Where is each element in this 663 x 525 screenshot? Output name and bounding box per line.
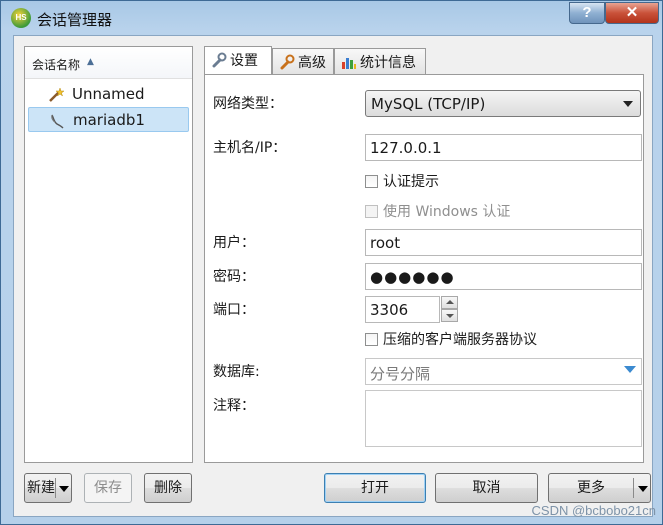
host-input[interactable]: 127.0.0.1 <box>365 134 642 161</box>
session-item-label: mariadb1 <box>73 111 145 129</box>
password-label: 密码： <box>213 269 255 285</box>
windows-auth-checkbox[interactable]: 使用 Windows 认证 <box>365 201 510 221</box>
checkbox-box <box>365 333 378 346</box>
session-item-label: Unnamed <box>72 85 145 103</box>
host-label: 主机名/IP： <box>213 140 287 156</box>
compress-protocol-checkbox[interactable]: 压缩的客户端服务器协议 <box>365 329 537 349</box>
new-button[interactable]: 新建 <box>24 473 72 503</box>
wrench-icon <box>212 52 227 68</box>
tab-statistics[interactable]: 统计信息 <box>334 48 426 74</box>
magic-wand-icon <box>49 87 64 102</box>
dialog-body: 会话名称 ▲ Unnamed mariadb1 设置 高级 统计信息 网络类型：… <box>13 35 653 517</box>
tab-label: 统计信息 <box>360 55 416 71</box>
chevron-down-icon <box>623 101 633 107</box>
mariadb-seal-icon <box>51 114 64 129</box>
sort-ascending-icon: ▲ <box>87 57 94 67</box>
chevron-down-icon[interactable] <box>59 486 69 492</box>
port-spinner[interactable] <box>441 296 458 323</box>
cancel-button[interactable]: 取消 <box>435 473 538 503</box>
port-input[interactable]: 3306 <box>365 296 440 323</box>
tab-label: 设置 <box>230 53 258 69</box>
csdn-watermark: CSDN @bcbobo21cn <box>531 503 656 518</box>
help-button[interactable]: ? <box>569 2 605 24</box>
window-title: 会话管理器 <box>37 11 113 29</box>
comment-label: 注释： <box>213 398 255 414</box>
bar-chart-icon <box>342 58 356 69</box>
open-button[interactable]: 打开 <box>324 473 426 503</box>
user-label: 用户： <box>213 235 255 251</box>
password-input[interactable]: ●●●●●● <box>365 263 642 290</box>
port-label: 端口： <box>213 302 255 318</box>
user-input[interactable]: root <box>365 229 642 256</box>
settings-panel: 网络类型： MySQL (TCP/IP) 主机名/IP： 127.0.0.1 认… <box>204 74 644 463</box>
close-button[interactable]: ✕ <box>605 2 659 24</box>
checkbox-box <box>365 175 378 188</box>
database-input[interactable]: 分号分隔 <box>365 358 642 385</box>
checkbox-label: 认证提示 <box>383 174 439 190</box>
session-manager-window: HS 会话管理器 ? ✕ 会话名称 ▲ Unnamed mariadb1 设置 … <box>0 0 663 525</box>
more-button[interactable]: 更多 <box>548 473 651 503</box>
network-type-label: 网络类型： <box>213 96 283 112</box>
tab-advanced[interactable]: 高级 <box>272 48 334 74</box>
save-button[interactable]: 保存 <box>84 473 132 503</box>
session-name-column-header[interactable]: 会话名称 ▲ <box>25 47 192 79</box>
chevron-down-icon[interactable] <box>624 366 636 373</box>
database-placeholder: 分号分隔 <box>370 365 431 383</box>
column-header-label: 会话名称 <box>32 58 81 72</box>
comment-textarea[interactable] <box>365 390 642 447</box>
checkbox-label: 压缩的客户端服务器协议 <box>383 332 537 348</box>
new-button-label: 新建 <box>27 480 55 496</box>
network-type-value: MySQL (TCP/IP) <box>371 95 486 113</box>
chevron-down-icon[interactable] <box>638 486 648 492</box>
auth-prompt-checkbox[interactable]: 认证提示 <box>365 171 439 191</box>
tab-label: 高级 <box>298 55 326 71</box>
session-list[interactable]: 会话名称 ▲ Unnamed mariadb1 <box>24 46 193 463</box>
delete-button[interactable]: 删除 <box>144 473 192 503</box>
network-type-select[interactable]: MySQL (TCP/IP) <box>365 90 641 117</box>
spin-down-icon[interactable] <box>441 309 458 322</box>
title-bar[interactable]: HS 会话管理器 ? ✕ <box>1 1 662 35</box>
tab-settings[interactable]: 设置 <box>204 46 272 74</box>
session-item-unnamed[interactable]: Unnamed <box>28 82 189 107</box>
spin-up-icon[interactable] <box>441 296 458 309</box>
checkbox-label: 使用 Windows 认证 <box>383 204 511 220</box>
wrench-orange-icon <box>280 54 295 70</box>
heidisql-app-icon: HS <box>11 8 31 28</box>
split-divider <box>633 478 634 498</box>
split-divider <box>55 478 56 498</box>
database-label: 数据库: <box>213 364 260 380</box>
checkbox-box <box>365 205 378 218</box>
session-item-mariadb1[interactable]: mariadb1 <box>28 107 189 132</box>
more-button-label: 更多 <box>577 480 605 496</box>
